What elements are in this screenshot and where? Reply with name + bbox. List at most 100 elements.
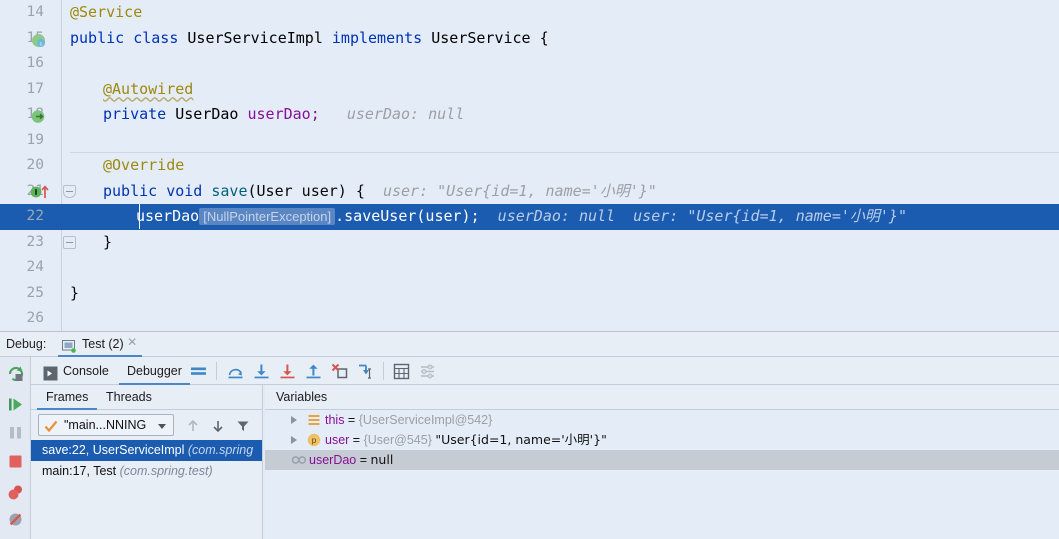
code-line-14[interactable]: 14 @Service: [0, 0, 1059, 26]
tab-frames-label: Frames: [46, 390, 89, 404]
run-to-cursor-icon[interactable]: [357, 363, 374, 380]
chevron-down-icon[interactable]: [158, 424, 166, 429]
step-into-icon[interactable]: [253, 363, 270, 380]
code-line-16[interactable]: 16: [0, 51, 1059, 77]
code-token: @Autowired: [103, 79, 194, 98]
code-line-22[interactable]: 22 userDao [NullPointerException] .saveUser…: [0, 204, 1059, 230]
debugger-toolbar[interactable]: Console Debugger: [31, 357, 1059, 385]
variable-equals: =: [344, 413, 359, 427]
mute-breakpoints-icon[interactable]: [6, 510, 25, 529]
tab-threads-label: Threads: [106, 390, 152, 404]
settings-icon[interactable]: [419, 363, 436, 380]
force-step-into-icon[interactable]: [279, 363, 296, 380]
code-token: public void: [103, 181, 212, 200]
step-over-icon[interactable]: [227, 363, 244, 380]
line-number: 14: [26, 4, 44, 20]
debug-session-tab[interactable]: Test (2) ✕: [58, 332, 142, 357]
exception-badge: [NullPointerException]: [199, 208, 336, 225]
expand-triangle-icon[interactable]: [291, 436, 297, 444]
frame-item[interactable]: main:17, Test (com.spring.test): [31, 461, 262, 482]
code-text: @Autowired: [103, 77, 193, 103]
expand-triangle-icon[interactable]: [291, 416, 297, 424]
code-line-21[interactable]: 21public void save(User user) { user: "U…: [0, 179, 1059, 205]
variables-pane[interactable]: Variables this = {UserServiceImpl@542} p u…: [265, 385, 1059, 539]
code-editor[interactable]: 14 @Service15cpublic class UserServiceImp…: [0, 0, 1059, 331]
code-text: @Service: [70, 0, 142, 26]
stop-icon[interactable]: [6, 452, 25, 471]
code-token: user: "User{id=1, name='小明'}": [364, 181, 657, 200]
variable-row[interactable]: p user = {User@545} "User{id=1, name='小明'…: [265, 430, 1059, 450]
code-line-23[interactable]: 23}: [0, 230, 1059, 256]
code-token: userDao;: [247, 105, 320, 123]
run-configuration-icon: [62, 337, 76, 353]
tab-frames[interactable]: Frames: [37, 385, 98, 410]
code-text: private UserDao userDao; userDao: null: [103, 102, 464, 128]
code-line-20[interactable]: 20 @Override: [0, 153, 1059, 179]
filter-icon[interactable]: [236, 419, 250, 433]
console-icon: [43, 363, 60, 381]
spring-bean-icon[interactable]: c: [31, 31, 46, 47]
pause-program-icon[interactable]: [6, 423, 25, 442]
tab-debugger[interactable]: Debugger: [119, 357, 190, 385]
variable-name: this: [325, 413, 345, 427]
variable-value: null: [370, 452, 394, 467]
line-number: 25: [26, 284, 44, 301]
view-breakpoints-icon[interactable]: [6, 483, 25, 502]
code-line-17[interactable]: 17 @Autowired: [0, 77, 1059, 103]
thread-running-icon: [44, 419, 58, 433]
frames-pane-tabs[interactable]: Frames Threads: [31, 385, 262, 410]
code-text: }: [70, 281, 79, 307]
variable-reference: {UserServiceImpl@542}: [358, 413, 493, 427]
tab-threads[interactable]: Threads: [97, 385, 161, 410]
variables-list[interactable]: this = {UserServiceImpl@542} p user = {Use…: [265, 410, 1059, 470]
autowired-dependency-icon[interactable]: [31, 107, 46, 123]
code-token: }: [103, 232, 113, 251]
evaluate-expression-icon[interactable]: [393, 363, 410, 380]
override-breakpoint-icon[interactable]: [30, 183, 52, 199]
code-line-25[interactable]: 25}: [0, 281, 1059, 307]
frames-list[interactable]: save:22, UserServiceImpl (com.spring main…: [31, 440, 262, 482]
code-token: .saveUser(user);: [335, 207, 480, 225]
debug-action-sidebar[interactable]: [0, 357, 31, 539]
frame-item-package: (com.spring: [187, 443, 254, 457]
method-separator: [70, 151, 1059, 153]
code-lines[interactable]: 14 @Service15cpublic class UserServiceImp…: [0, 0, 1059, 331]
rerun-icon[interactable]: [6, 364, 25, 383]
thread-selector[interactable]: "main...NNING: [38, 414, 174, 436]
code-token: userDao: null: [479, 207, 616, 225]
parameter-icon: p: [307, 433, 321, 447]
tab-console[interactable]: Console: [39, 357, 117, 385]
variables-title: Variables: [265, 385, 1059, 410]
variable-value: "User{id=1, name='小明'}": [435, 432, 607, 447]
code-line-26[interactable]: 26: [0, 306, 1059, 331]
resume-program-icon[interactable]: [6, 395, 25, 414]
code-token: private: [103, 105, 176, 123]
fold-marker[interactable]: [63, 184, 76, 198]
line-number: 24: [26, 259, 44, 275]
code-line-18[interactable]: 18private UserDao userDao; userDao: null: [0, 102, 1059, 128]
frames-pane[interactable]: Frames Threads "main...NNING save:22, Us…: [31, 385, 263, 539]
frame-item[interactable]: save:22, UserServiceImpl (com.spring: [31, 440, 262, 461]
frame-down-icon[interactable]: [211, 419, 225, 433]
fold-marker[interactable]: [63, 235, 76, 249]
debug-session-tab-label: Test (2): [82, 337, 124, 351]
line-number: 23: [26, 233, 44, 250]
code-line-24[interactable]: 24: [0, 255, 1059, 281]
code-line-19[interactable]: 19: [0, 128, 1059, 154]
code-line-15[interactable]: 15cpublic class UserServiceImpl implemen…: [0, 26, 1059, 52]
debug-label: Debug:: [6, 337, 47, 351]
step-out-icon[interactable]: [305, 363, 322, 380]
variable-row[interactable]: userDao = null: [265, 450, 1059, 470]
variable-row[interactable]: this = {UserServiceImpl@542}: [265, 410, 1059, 430]
svg-text:c: c: [40, 41, 43, 47]
code-text: }: [103, 230, 112, 256]
drop-frame-icon[interactable]: [331, 363, 348, 380]
close-icon[interactable]: ✕: [127, 336, 138, 348]
frame-up-icon[interactable]: [186, 419, 200, 433]
svg-text:p: p: [312, 436, 317, 445]
thread-selector-row[interactable]: "main...NNING: [31, 410, 262, 440]
debug-tool-window[interactable]: Debug: Test (2) ✕ Console Debugger Frame…: [0, 331, 1059, 539]
code-token: save: [211, 181, 248, 200]
show-execution-point-icon[interactable]: [190, 363, 207, 380]
text-caret: [139, 204, 140, 229]
